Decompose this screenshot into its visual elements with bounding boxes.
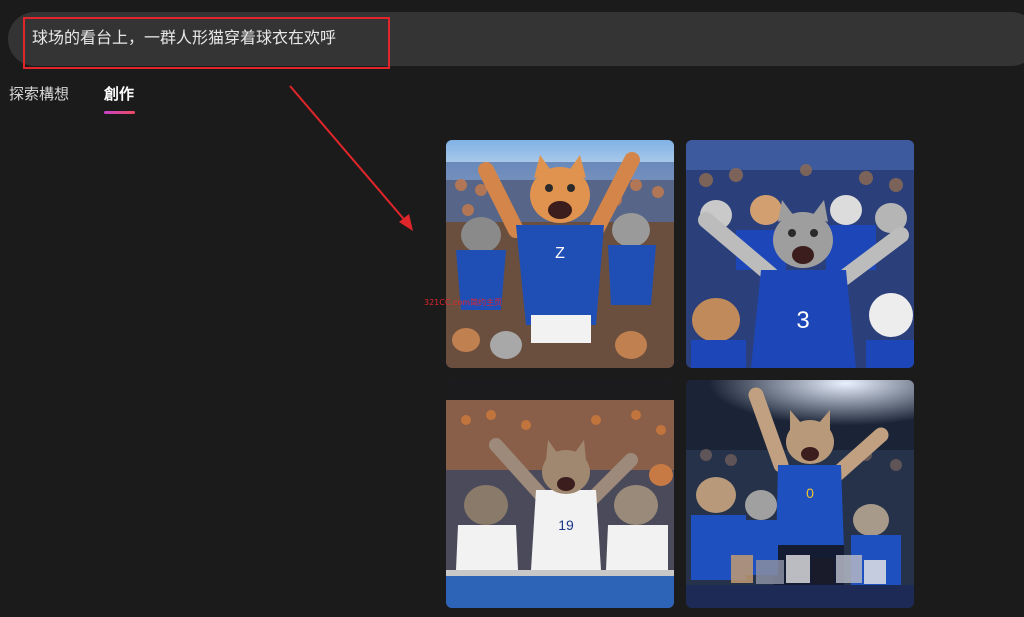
overlay-watermark-text: 321CC.com简约主页 — [424, 298, 503, 307]
tab-explore-ideas[interactable]: 探索構想 — [9, 84, 69, 104]
jersey-number-text: 19 — [558, 517, 574, 533]
tab-create[interactable]: 創作 — [104, 84, 134, 104]
active-tab-indicator — [104, 111, 135, 114]
page: 球场的看台上，一群人形猫穿着球衣在欢呼 探索構想 創作 Z 3 19 0 321… — [0, 0, 1024, 617]
jersey-number-text: 3 — [796, 307, 809, 334]
jersey-number-text: 0 — [806, 485, 814, 501]
annotation-highlight-box — [23, 17, 390, 69]
generated-image-1[interactable]: Z — [446, 140, 674, 368]
generated-image-3[interactable]: 19 — [446, 380, 674, 608]
jersey-number-text: Z — [555, 245, 565, 262]
generated-image-4[interactable]: 0 — [686, 380, 914, 608]
generated-image-2[interactable]: 3 — [686, 140, 914, 368]
